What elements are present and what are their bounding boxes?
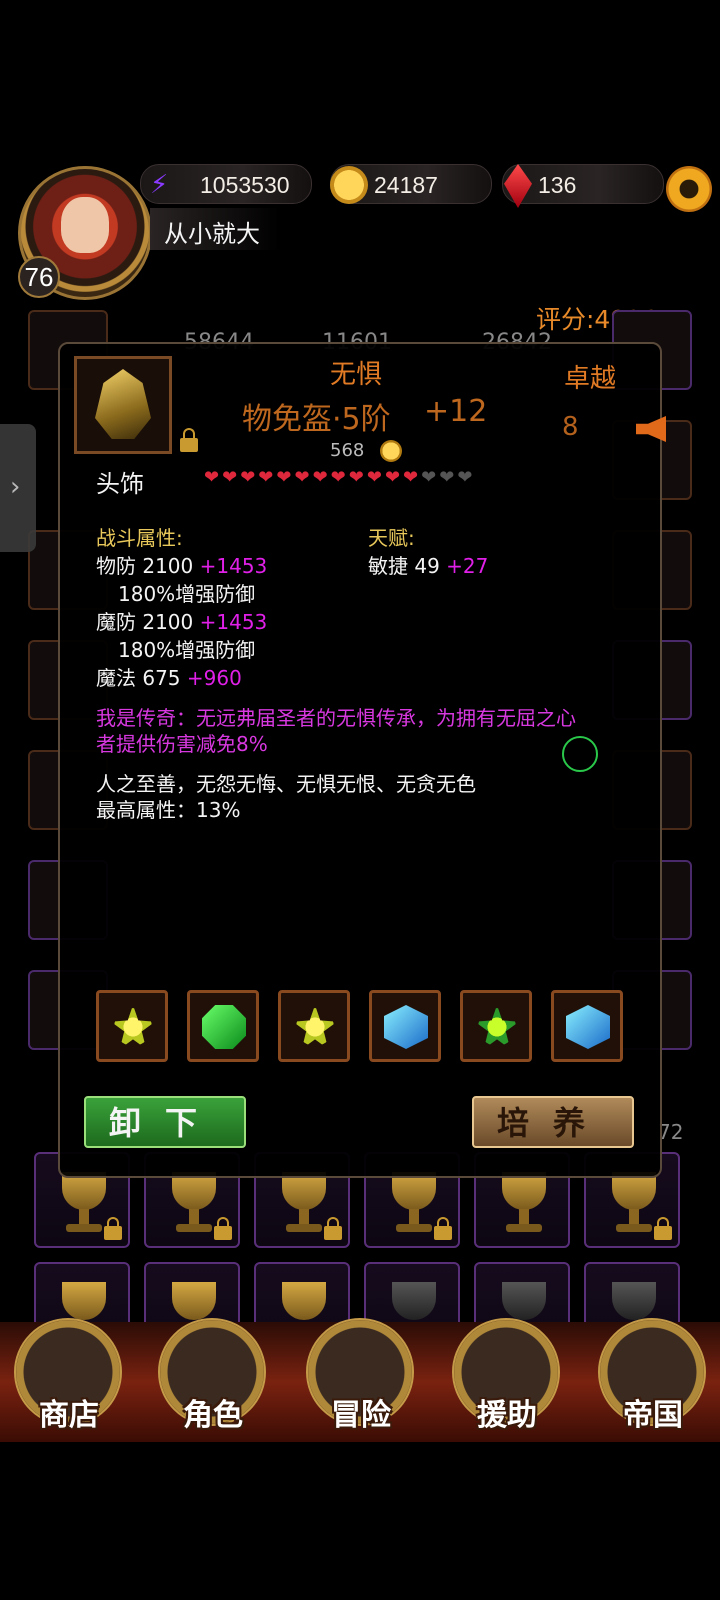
settings-gear-icon[interactable] xyxy=(666,166,712,212)
talent-stat: 敏捷 49 +27 xyxy=(368,554,489,578)
heart-filled-icon: ❤ xyxy=(366,467,382,488)
heart-filled-icon: ❤ xyxy=(294,467,310,488)
heart-filled-icon: ❤ xyxy=(348,467,364,488)
gem-value: 136 xyxy=(538,172,577,198)
heart-filled-icon: ❤ xyxy=(403,467,419,488)
lore-line-2: 最高属性：13% xyxy=(96,798,241,822)
stat-phys-def: 物防 2100 +1453 xyxy=(96,554,268,578)
yellow-star-gem-icon xyxy=(293,1005,337,1049)
item-quality: 卓越 xyxy=(564,364,617,394)
gem-socket[interactable] xyxy=(187,990,259,1062)
stat-bonus: +1453 xyxy=(199,554,268,578)
yellow-star-gem-icon xyxy=(111,1005,155,1049)
avatar-face xyxy=(61,197,109,253)
legend-line-2: 者提供伤害减免8% xyxy=(96,732,268,756)
gem-socket[interactable] xyxy=(369,990,441,1062)
heart-filled-icon: ❤ xyxy=(222,467,238,488)
heart-empty-icon: ❤ xyxy=(457,467,473,488)
heart-rating: ❤ ❤ ❤ ❤ ❤ ❤ ❤ ❤ ❤ ❤ ❤ ❤ ❤ ❤ ❤ xyxy=(204,468,472,488)
heart-filled-icon: ❤ xyxy=(330,467,346,488)
lore-line-1: 人之至善，无怨无悔、无惧无恨、无贪无色 xyxy=(96,772,476,796)
golden-helmet-icon xyxy=(95,369,151,439)
nav-adventure[interactable]: 冒险 xyxy=(306,1318,416,1434)
cultivate-button[interactable]: 培养 xyxy=(472,1096,634,1148)
stat-bonus: +960 xyxy=(186,666,242,690)
side-drawer-tab[interactable]: › xyxy=(0,424,36,552)
player-level-badge: 76 xyxy=(18,256,60,298)
heart-filled-icon: ❤ xyxy=(384,467,401,488)
lock-icon xyxy=(324,1217,342,1240)
player-name: 从小就大 xyxy=(164,220,260,248)
gold-value: 24187 xyxy=(374,172,438,198)
item-icon-frame xyxy=(74,356,172,454)
nav-character[interactable]: 角色 xyxy=(158,1318,268,1434)
item-lock-icon[interactable] xyxy=(180,428,198,452)
blue-gem-icon xyxy=(566,1005,610,1049)
chevron-right-icon: › xyxy=(10,472,21,502)
stat-sub: 180%增强防御 xyxy=(118,638,256,662)
coin-icon xyxy=(380,440,402,462)
heart-empty-icon: ❤ xyxy=(421,467,437,488)
heart-filled-icon: ❤ xyxy=(204,467,220,488)
heart-empty-icon: ❤ xyxy=(439,467,455,488)
gold-coin-icon xyxy=(330,166,368,204)
green-star-gem-icon xyxy=(475,1005,519,1049)
blue-gem-icon xyxy=(384,1005,428,1049)
item-star-count: 8 xyxy=(562,412,579,442)
touch-indicator xyxy=(562,736,598,772)
lock-icon xyxy=(434,1217,452,1240)
stat-bonus: +1453 xyxy=(199,610,268,634)
gem-socket[interactable] xyxy=(96,990,168,1062)
item-type: 物免盔·5阶 xyxy=(242,402,391,437)
lock-icon xyxy=(654,1217,672,1240)
talent-title: 天赋: xyxy=(368,526,415,550)
legend-line-1: 我是传奇：无远弗届圣者的无惧传承，为拥有无屈之心 xyxy=(96,706,576,730)
gem-socket[interactable] xyxy=(460,990,532,1062)
unequip-button[interactable]: 卸下 xyxy=(84,1096,246,1148)
heart-filled-icon: ❤ xyxy=(276,467,292,488)
gem-socket[interactable] xyxy=(278,990,350,1062)
lock-icon xyxy=(104,1217,122,1240)
sell-price: 568 xyxy=(330,440,365,461)
heart-filled-icon: ❤ xyxy=(240,467,256,488)
item-enhance: +12 xyxy=(424,394,488,429)
item-name: 无惧 xyxy=(330,360,383,390)
stat-magic: 魔法 675 +960 xyxy=(96,666,242,690)
nav-shop[interactable]: 商店 xyxy=(14,1318,124,1434)
heart-filled-icon: ❤ xyxy=(312,467,328,488)
nav-assist[interactable]: 援助 xyxy=(452,1318,562,1434)
nav-empire[interactable]: 帝国 xyxy=(598,1318,708,1434)
slot-label: 头饰 xyxy=(96,470,144,498)
green-gem-icon xyxy=(202,1005,246,1049)
stat-magic-def: 魔防 2100 +1453 xyxy=(96,610,268,634)
heart-filled-icon: ❤ xyxy=(258,467,274,488)
stat-sub: 180%增强防御 xyxy=(118,582,256,606)
gem-socket[interactable] xyxy=(551,990,623,1062)
power-value: 1053530 xyxy=(200,172,290,198)
lightning-icon: ⚡ xyxy=(150,170,169,200)
talent-bonus: +27 xyxy=(446,554,489,578)
lock-icon xyxy=(214,1217,232,1240)
combat-attr-title: 战斗属性: xyxy=(96,526,183,550)
